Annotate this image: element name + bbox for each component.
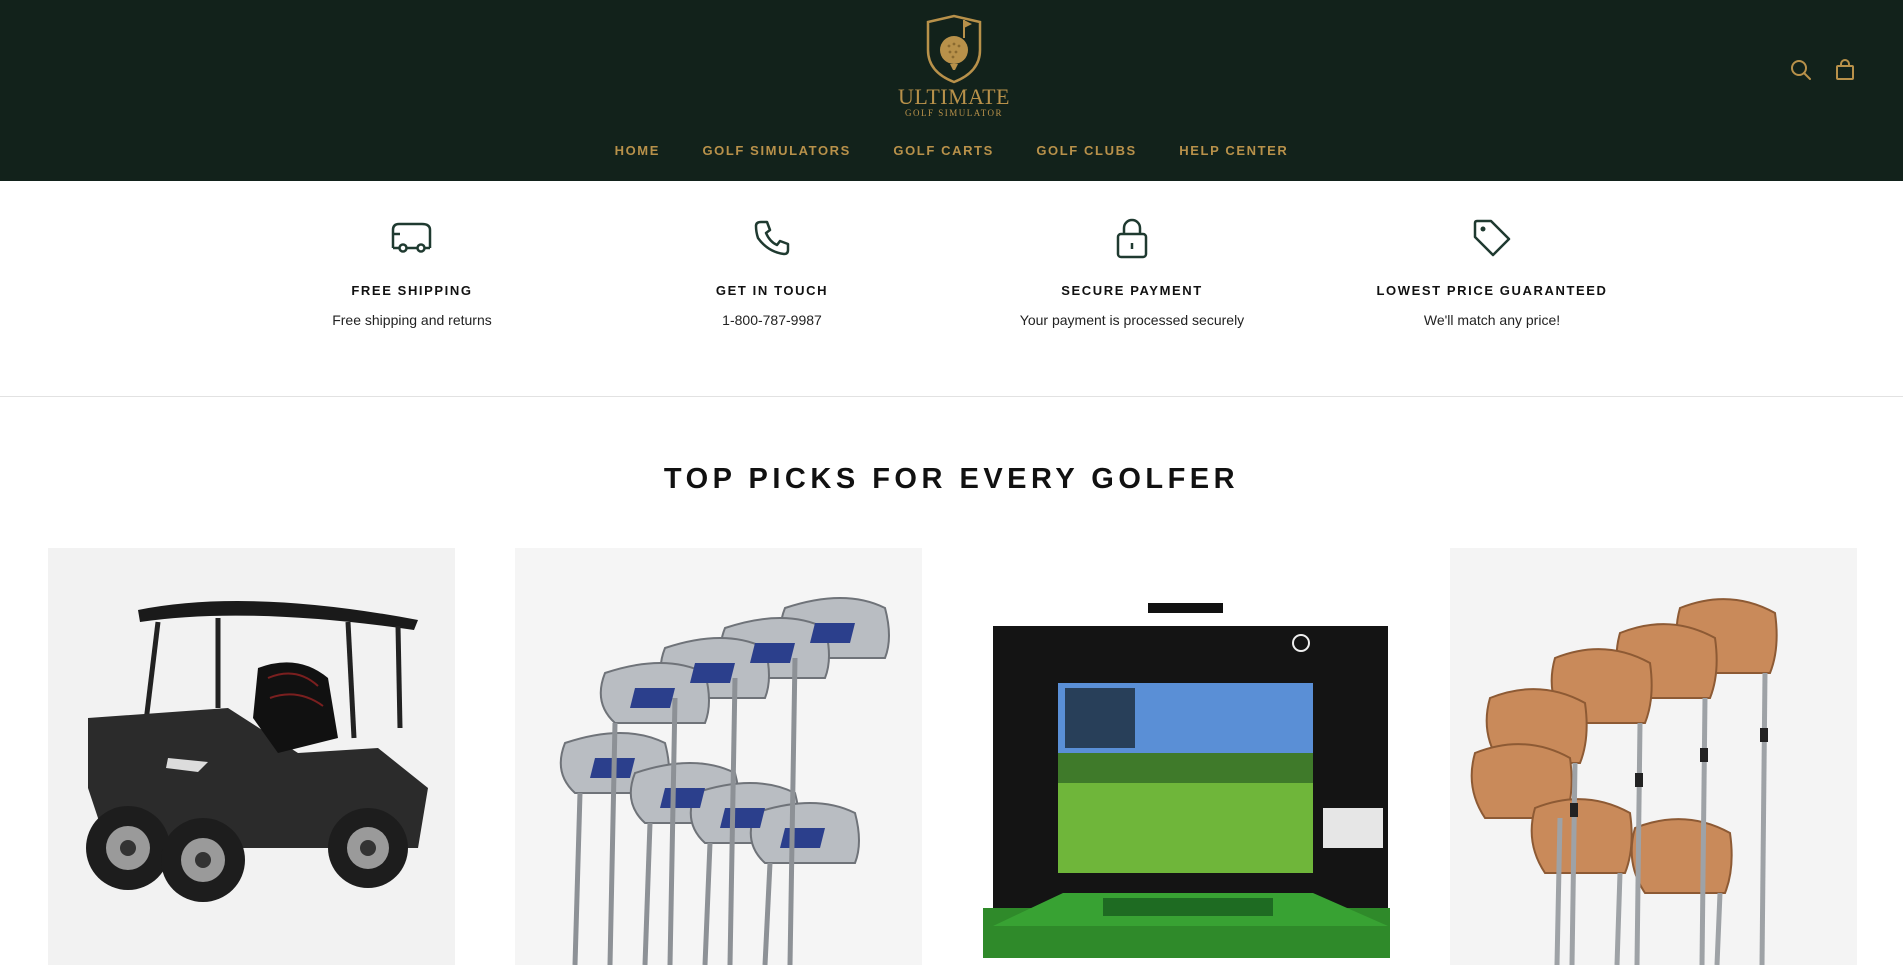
copper-iron-set-image: [1470, 598, 1778, 965]
feature-title: GET IN TOUCH: [715, 283, 829, 298]
nav-golf-carts[interactable]: GOLF CARTS: [893, 143, 994, 158]
product-card-silver-irons[interactable]: [515, 548, 922, 965]
features-bar: FREE SHIPPING Free shipping and returns …: [0, 181, 1903, 397]
feature-description: Your payment is processed securely: [1019, 312, 1245, 328]
main-nav: HOME GOLF SIMULATORS GOLF CARTS GOLF CLU…: [0, 142, 1903, 160]
phone-icon: [754, 220, 790, 256]
brand-title: ULTIMATE: [898, 84, 1010, 109]
search-icon[interactable]: [1789, 58, 1813, 82]
feature-secure-payment: SECURE PAYMENT Your payment is processed…: [982, 215, 1282, 328]
product-card-golf-simulator[interactable]: [983, 548, 1390, 965]
bag-icon[interactable]: [1833, 58, 1857, 82]
silver-iron-set-image: [559, 597, 890, 965]
shield-golf-ball-icon: [926, 14, 982, 84]
feature-title: FREE SHIPPING: [351, 283, 473, 298]
feature-title: LOWEST PRICE GUARANTEED: [1376, 283, 1608, 298]
golf-simulator-image: [983, 603, 1390, 958]
feature-lowest-price: LOWEST PRICE GUARANTEED We'll match any …: [1342, 215, 1642, 328]
lock-icon: [1116, 218, 1148, 259]
feature-title: SECURE PAYMENT: [1061, 283, 1203, 298]
truck-icon: [391, 222, 432, 253]
nav-golf-simulators[interactable]: GOLF SIMULATORS: [702, 143, 850, 158]
tag-icon: [1473, 219, 1511, 257]
feature-free-shipping: FREE SHIPPING Free shipping and returns: [262, 215, 562, 328]
nav-help-center[interactable]: HELP CENTER: [1179, 143, 1288, 158]
feature-description: Free shipping and returns: [332, 312, 492, 328]
section-title: TOP PICKS FOR EVERY GOLFER: [663, 463, 1240, 495]
brand-logo[interactable]: ULTIMATE GOLF SIMULATOR: [898, 12, 1010, 124]
product-card-copper-irons[interactable]: [1450, 548, 1857, 965]
brand-subtitle: GOLF SIMULATOR: [904, 108, 1004, 118]
feature-description[interactable]: 1-800-787-9987: [622, 312, 922, 328]
feature-description: We'll match any price!: [1423, 312, 1561, 328]
nav-golf-clubs[interactable]: GOLF CLUBS: [1036, 143, 1137, 158]
golf-cart-image: [86, 601, 428, 902]
feature-get-in-touch: GET IN TOUCH 1-800-787-9987: [622, 215, 922, 328]
nav-home[interactable]: HOME: [615, 143, 660, 158]
site-header: ULTIMATE GOLF SIMULATOR HOME GOLF SIMULA…: [0, 0, 1903, 181]
product-card-golf-cart[interactable]: [48, 548, 455, 965]
